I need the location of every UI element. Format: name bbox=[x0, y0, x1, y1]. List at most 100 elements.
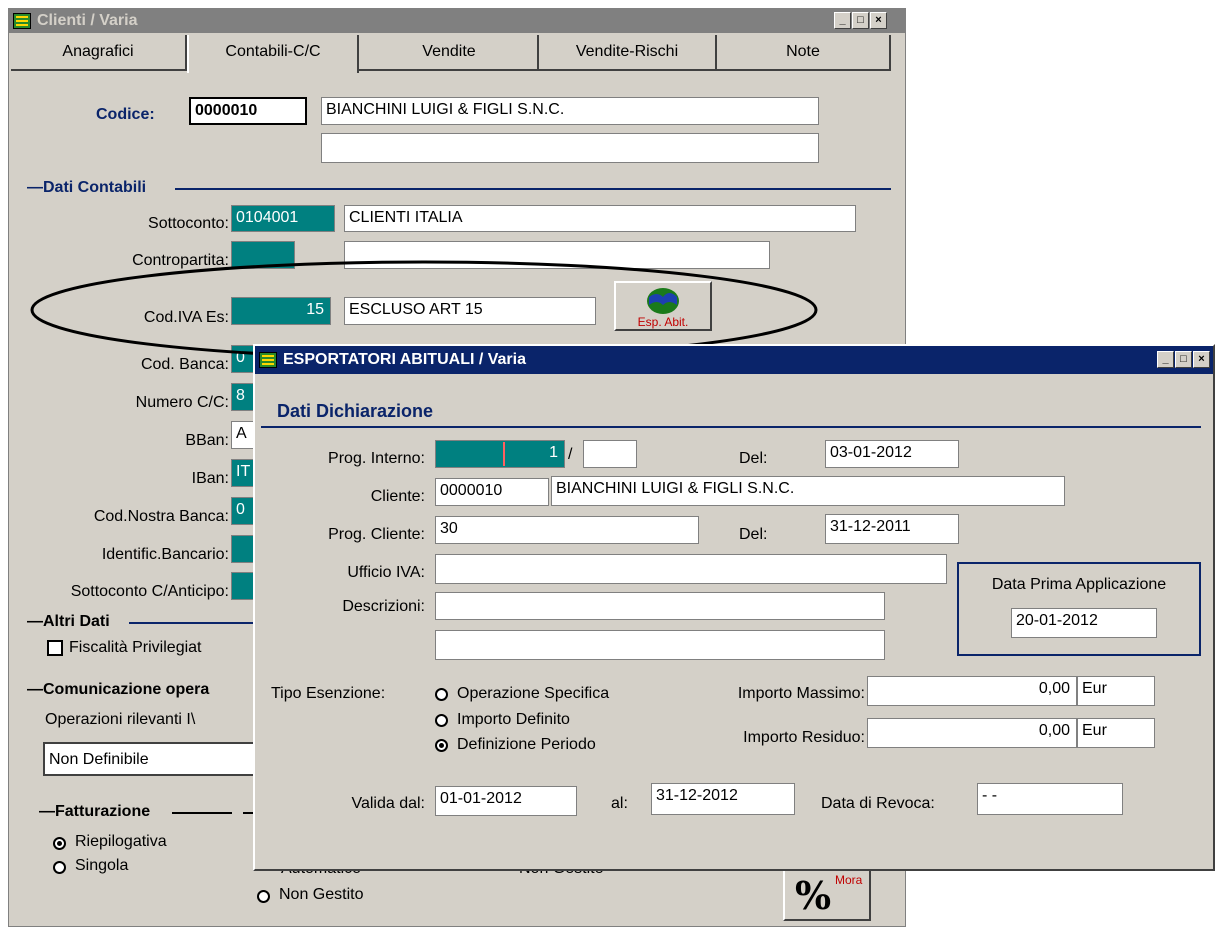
importo-definito-label: Importo Definito bbox=[457, 711, 570, 728]
descrizioni-1-field[interactable] bbox=[435, 592, 885, 620]
iban-label: IBan: bbox=[191, 470, 229, 487]
cod-iva-code-field[interactable]: 15 bbox=[231, 297, 331, 325]
sottoconto-label: Sottoconto: bbox=[148, 215, 229, 232]
minimize-button[interactable]: _ bbox=[834, 12, 851, 29]
contropartita-desc-field[interactable] bbox=[344, 241, 770, 269]
definizione-periodo-radio[interactable] bbox=[435, 739, 448, 752]
data-prima-field[interactable]: 20-01-2012 bbox=[1011, 608, 1157, 638]
fatturazione-section-title: —Fatturazione bbox=[39, 803, 151, 820]
contropartita-label: Contropartita: bbox=[132, 252, 229, 269]
prog-interno-suffix-field[interactable] bbox=[583, 440, 637, 468]
ragione-sociale-2-field[interactable] bbox=[321, 133, 819, 163]
clienti-titlebar[interactable]: Clienti / Varia _ □ × bbox=[9, 9, 905, 33]
prog-cliente-field[interactable]: 30 bbox=[435, 516, 699, 544]
numero-cc-label: Numero C/C: bbox=[135, 394, 229, 411]
importo-massimo-field[interactable]: 0,00 bbox=[867, 676, 1077, 706]
riepilogativa-label: Riepilogativa bbox=[75, 833, 167, 850]
al-field[interactable]: 31-12-2012 bbox=[651, 783, 795, 815]
importo-residuo-label: Importo Residuo: bbox=[743, 729, 865, 746]
popup-maximize-button[interactable]: □ bbox=[1175, 351, 1192, 368]
operazione-specifica-label: Operazione Specifica bbox=[457, 685, 610, 702]
cod-banca-label: Cod. Banca: bbox=[140, 356, 229, 373]
ufficio-iva-field[interactable] bbox=[435, 554, 947, 584]
altri-dati-section-title: —Altri Dati bbox=[27, 613, 110, 630]
del-field[interactable]: 03-01-2012 bbox=[825, 440, 959, 468]
fiscalita-checkbox[interactable] bbox=[47, 640, 63, 656]
importo-residuo-currency: Eur bbox=[1077, 718, 1155, 748]
data-revoca-label: Data di Revoca: bbox=[821, 795, 935, 812]
cliente-name-field[interactable]: BIANCHINI LUIGI & FIGLI S.N.C. bbox=[551, 476, 1065, 506]
importo-definito-radio[interactable] bbox=[435, 714, 448, 727]
tab-note[interactable]: Note bbox=[717, 35, 891, 69]
codice-label: Codice: bbox=[96, 106, 155, 123]
dati-dichiarazione-title: Dati Dichiarazione bbox=[277, 401, 434, 421]
prog-interno-separator bbox=[503, 442, 505, 466]
cliente-label: Cliente: bbox=[370, 488, 425, 505]
del2-label: Del: bbox=[739, 526, 768, 543]
altri-dati-divider bbox=[129, 622, 259, 624]
maximize-button[interactable]: □ bbox=[852, 12, 869, 29]
data-prima-label: Data Prima Applicazione bbox=[991, 576, 1167, 593]
esportatori-window: ESPORTATORI ABITUALI / Varia _ □ × Dati … bbox=[253, 344, 1215, 871]
descrizioni-2-field[interactable] bbox=[435, 630, 885, 660]
operazione-specifica-radio[interactable] bbox=[435, 688, 448, 701]
cod-iva-desc-field[interactable]: ESCLUSO ART 15 bbox=[344, 297, 596, 325]
del-label: Del: bbox=[739, 450, 768, 467]
data-revoca-field[interactable]: - - bbox=[977, 783, 1123, 815]
importo-residuo-field[interactable]: 0,00 bbox=[867, 718, 1077, 748]
operazioni-label: Operazioni rilevanti I\ bbox=[45, 711, 196, 728]
del2-field[interactable]: 31-12-2011 bbox=[825, 514, 959, 544]
bban-label: BBan: bbox=[185, 432, 229, 449]
prog-interno-label: Prog. Interno: bbox=[328, 450, 425, 467]
tab-vendite[interactable]: Vendite bbox=[361, 35, 539, 69]
dati-dichiarazione-divider bbox=[261, 426, 1201, 428]
prog-interno-field[interactable]: 1 bbox=[435, 440, 565, 468]
non-gestito-label: Non Gestito bbox=[279, 886, 364, 903]
esp-abit-button[interactable]: Esp. Abit. bbox=[614, 281, 712, 331]
non-gestito-radio[interactable] bbox=[257, 890, 270, 903]
ufficio-iva-label: Ufficio IVA: bbox=[347, 564, 425, 581]
tab-vendite-rischi[interactable]: Vendite-Rischi bbox=[539, 35, 717, 69]
riepilogativa-radio[interactable] bbox=[53, 837, 66, 850]
identific-bancario-label: Identific.Bancario: bbox=[101, 546, 229, 563]
popup-title: ESPORTATORI ABITUALI / Varia bbox=[283, 351, 526, 368]
operazioni-select[interactable]: Non Definibile bbox=[43, 742, 261, 776]
ragione-sociale-field[interactable]: BIANCHINI LUIGI & FIGLI S.N.C. bbox=[321, 97, 819, 125]
mora-button[interactable]: % Mora bbox=[783, 867, 871, 921]
sottoconto-code-field[interactable]: 0104001 bbox=[231, 205, 335, 232]
descrizioni-label: Descrizioni: bbox=[342, 598, 425, 615]
data-prima-groupbox: Data Prima Applicazione 20-01-2012 bbox=[957, 562, 1201, 656]
mora-label: Mora bbox=[835, 873, 863, 887]
tab-contabili-cc[interactable]: Contabili-C/C bbox=[187, 35, 359, 73]
sottoconto-anticipo-label: Sottoconto C/Anticipo: bbox=[70, 583, 229, 600]
cod-iva-label: Cod.IVA Es: bbox=[143, 309, 229, 326]
prog-cliente-label: Prog. Cliente: bbox=[328, 526, 425, 543]
tab-anagrafici[interactable]: Anagrafici bbox=[11, 35, 187, 69]
comunicazione-section-title: —Comunicazione opera bbox=[27, 681, 210, 698]
singola-label: Singola bbox=[75, 857, 129, 874]
cod-nostra-banca-label: Cod.Nostra Banca: bbox=[93, 508, 229, 525]
dati-contabili-section-title: —Dati Contabili bbox=[27, 179, 147, 196]
fiscalita-label: Fiscalità Privilegiat bbox=[69, 639, 202, 656]
valida-dal-label: Valida dal: bbox=[351, 795, 425, 812]
app-icon bbox=[13, 13, 31, 29]
codice-field[interactable]: 0000010 bbox=[189, 97, 307, 125]
tipo-esenzione-label: Tipo Esenzione: bbox=[271, 685, 386, 702]
popup-app-icon bbox=[259, 352, 277, 368]
esportatori-titlebar[interactable]: ESPORTATORI ABITUALI / Varia _ □ × bbox=[255, 346, 1213, 374]
valida-dal-field[interactable]: 01-01-2012 bbox=[435, 786, 577, 816]
close-button[interactable]: × bbox=[870, 12, 887, 29]
percent-icon: % bbox=[795, 873, 832, 918]
cliente-code-field[interactable]: 0000010 bbox=[435, 478, 549, 506]
globe-icon bbox=[647, 288, 679, 314]
prog-interno-slash: / bbox=[568, 446, 573, 463]
contropartita-code-field[interactable] bbox=[231, 241, 295, 269]
sottoconto-desc-field[interactable]: CLIENTI ITALIA bbox=[344, 205, 856, 232]
popup-minimize-button[interactable]: _ bbox=[1157, 351, 1174, 368]
importo-massimo-label: Importo Massimo: bbox=[737, 685, 865, 702]
window-title: Clienti / Varia bbox=[37, 12, 138, 29]
singola-radio[interactable] bbox=[53, 861, 66, 874]
definizione-periodo-label: Definizione Periodo bbox=[457, 736, 596, 753]
importo-massimo-currency: Eur bbox=[1077, 676, 1155, 706]
popup-close-button[interactable]: × bbox=[1193, 351, 1210, 368]
